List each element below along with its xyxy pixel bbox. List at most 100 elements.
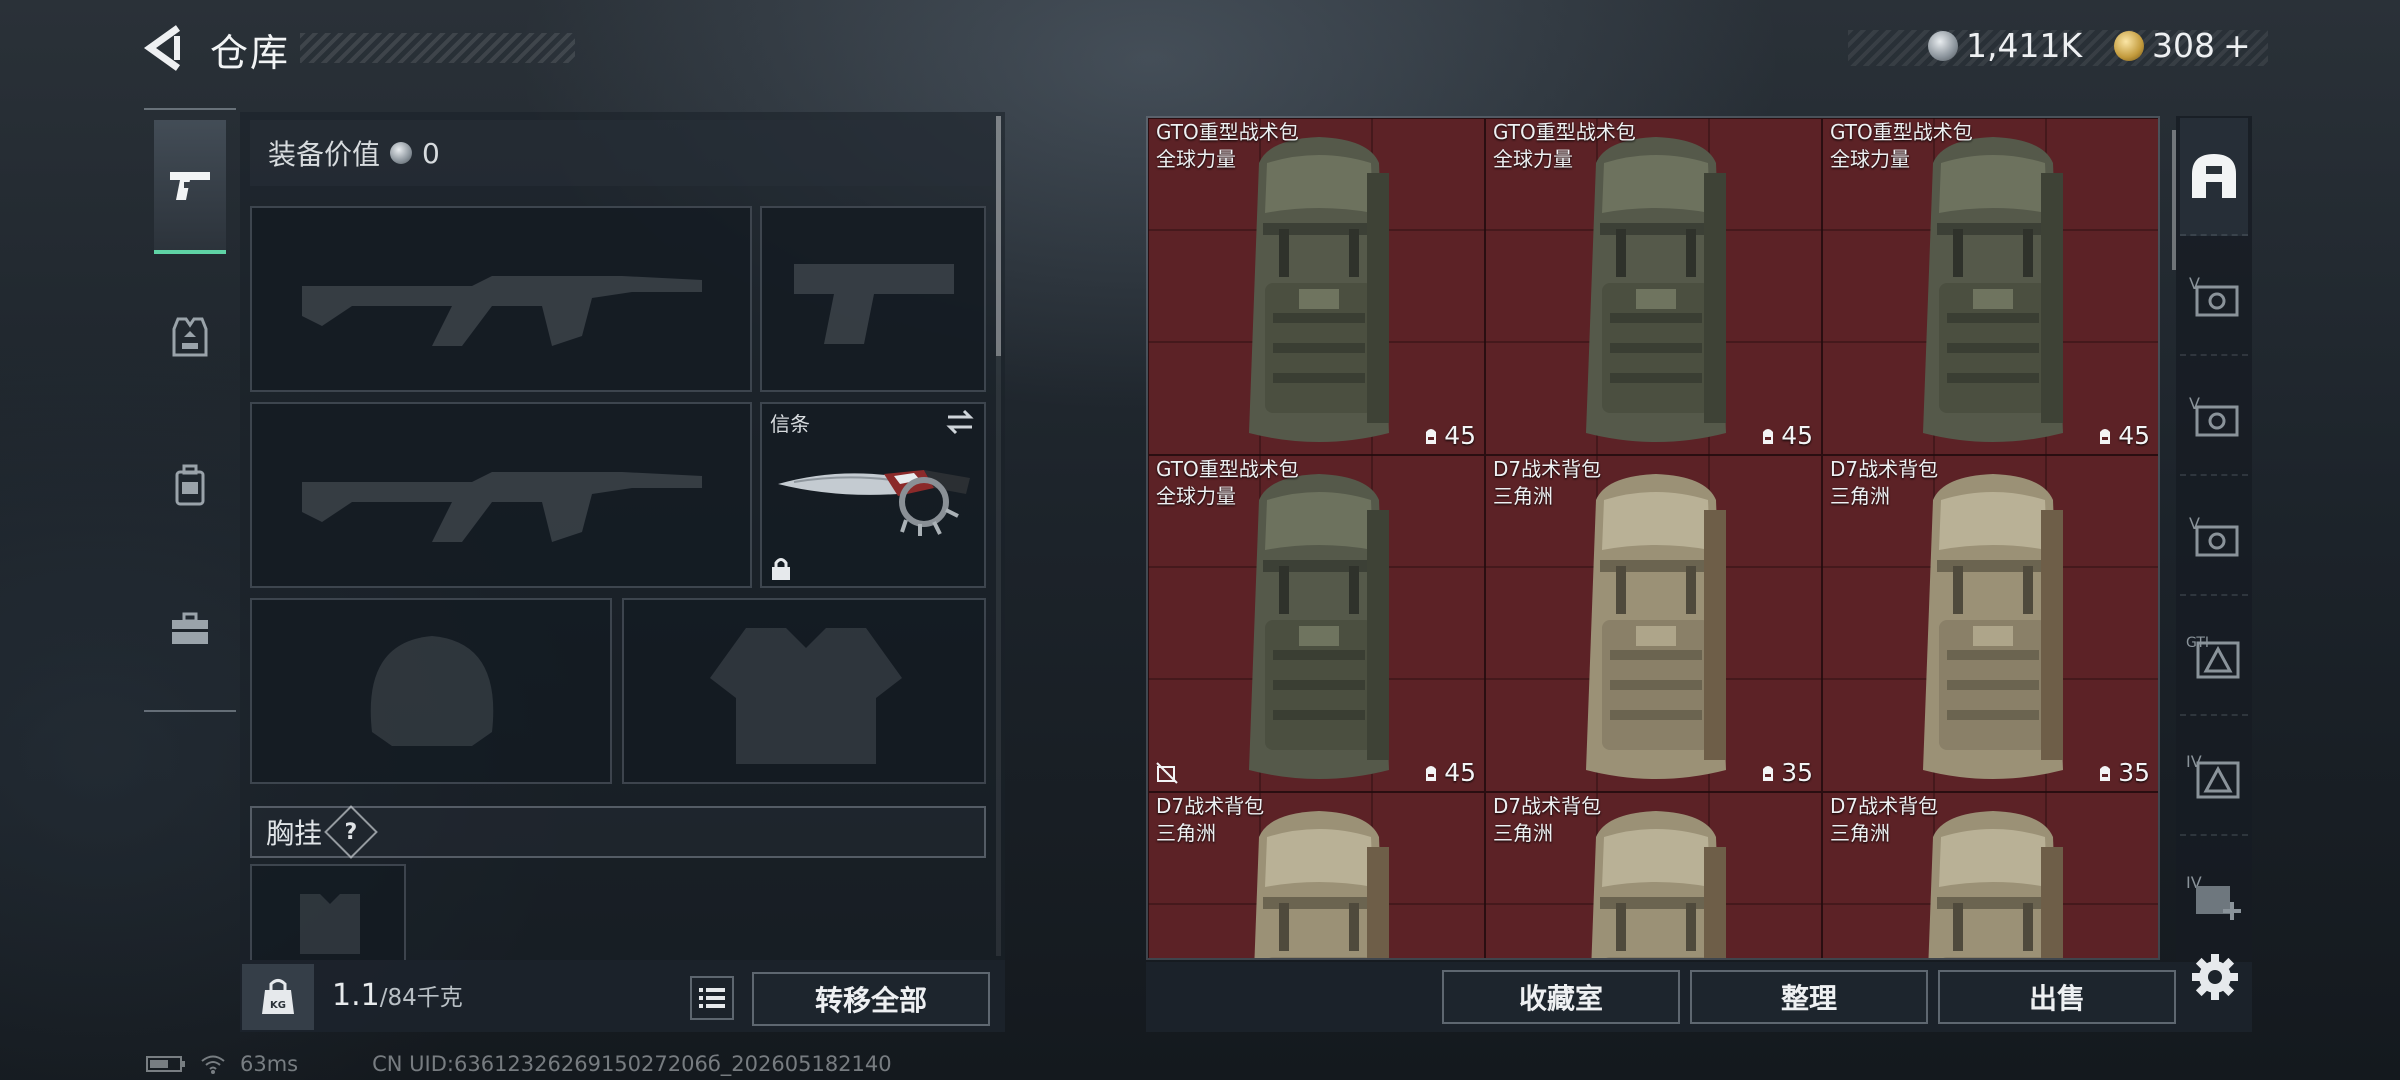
level-v-safe-icon-2: V <box>2189 394 2239 437</box>
swap-icon[interactable] <box>944 408 976 436</box>
backpack-image-icon <box>1923 137 2063 442</box>
add-gold-icon[interactable]: + <box>2223 26 2251 65</box>
back-button[interactable] <box>140 22 192 74</box>
page-title: 仓库 <box>210 31 291 75</box>
item-subtitle: 全球力量 <box>1493 147 1573 171</box>
inventory-item[interactable]: D7战术背包 三角洲 <box>1148 792 1485 958</box>
gold-amount: 308 <box>2152 26 2215 65</box>
secondary-weapon-slot[interactable] <box>250 402 752 588</box>
equipment-value: 装备价值 0 <box>250 120 992 186</box>
settings-button[interactable] <box>2190 952 2240 1002</box>
sort-button[interactable]: 整理 <box>1690 970 1928 1024</box>
sidearm-slot[interactable] <box>760 206 986 392</box>
item-capacity: 45 <box>2096 421 2150 450</box>
tab-backpack[interactable] <box>154 418 226 552</box>
chest-rig-silhouette-icon <box>300 894 360 954</box>
item-capacity: 35 <box>1759 758 1813 787</box>
item-subtitle: 三角洲 <box>1493 484 1553 508</box>
item-name: D7战术背包 <box>1156 794 1265 818</box>
status-bar: 63ms CN UID:6361232626915027206б_2026051… <box>146 1052 892 1076</box>
tab-storage-v-2[interactable]: V <box>2180 358 2248 476</box>
gold-coin-icon <box>2114 30 2144 61</box>
silver-amount: 1,411K <box>1966 26 2083 65</box>
list-view-button[interactable] <box>690 976 734 1020</box>
chevron-left-icon <box>143 25 181 71</box>
melee-slot[interactable]: 信条 <box>760 402 986 588</box>
armor-slot[interactable] <box>622 598 986 784</box>
backpack-image-icon <box>1249 811 1389 958</box>
tab-gear[interactable] <box>154 270 226 404</box>
item-name: D7战术背包 <box>1493 794 1602 818</box>
tab-case[interactable] <box>154 562 226 696</box>
weight-readout: 1.1/84千克 <box>332 978 463 1013</box>
equipment-tab-rail <box>144 108 236 712</box>
item-subtitle: 三角洲 <box>1830 484 1890 508</box>
silver-currency: 1,411K <box>1928 26 2082 65</box>
silver-coin-icon <box>1928 30 1958 61</box>
inventory-item[interactable]: D7战术背包 三角洲 35 <box>1822 455 2158 792</box>
equipment-scrollbar-thumb[interactable] <box>996 116 1001 356</box>
gold-currency[interactable]: 308 + <box>2114 26 2251 65</box>
tab-storage-v-3[interactable]: V <box>2180 478 2248 596</box>
item-name: D7战术背包 <box>1830 794 1939 818</box>
inventory-item[interactable]: D7战术背包 三角洲 35 <box>1485 455 1822 792</box>
tab-storage-main[interactable] <box>2180 118 2248 236</box>
item-subtitle: 全球力量 <box>1156 484 1236 508</box>
equipment-value-amount: 0 <box>422 136 440 170</box>
collection-room-button[interactable]: 收藏室 <box>1442 970 1680 1024</box>
item-capacity: 35 <box>2096 758 2150 787</box>
inventory-item[interactable]: D7战术背包 三角洲 <box>1822 792 2158 958</box>
item-subtitle: 全球力量 <box>1830 147 1910 171</box>
item-subtitle: 三角洲 <box>1830 821 1890 845</box>
gear-icon <box>2192 954 2238 1000</box>
gti-warning-icon: GTI <box>2186 635 2240 679</box>
vest-icon <box>172 317 208 357</box>
weight-icon-label: KG <box>270 1000 286 1011</box>
inventory-item[interactable]: D7战术背包 三角洲 <box>1485 792 1822 958</box>
item-subtitle: 三角洲 <box>1156 821 1216 845</box>
item-capacity-value: 45 <box>2118 421 2150 450</box>
help-icon[interactable]: ? <box>324 805 378 859</box>
item-name: GTO重型战术包 <box>1156 120 1299 144</box>
wifi-icon <box>201 1055 225 1074</box>
backpack-image-icon <box>1923 811 2063 958</box>
backpack-icon <box>175 464 205 506</box>
ping-readout: 63ms <box>240 1052 299 1076</box>
knife-icon <box>778 470 970 536</box>
item-name: D7战术背包 <box>1493 457 1602 481</box>
item-capacity: 45 <box>1759 421 1813 450</box>
item-capacity: 45 <box>1422 758 1476 787</box>
level-iv-add-icon: IV <box>2186 873 2241 920</box>
backpack-image-icon <box>1249 137 1389 442</box>
equipment-value-label: 装备价值 <box>268 138 381 171</box>
inventory-item[interactable]: GTO重型战术包 全球力量 45 <box>1148 118 1485 455</box>
tab-storage-gti[interactable]: GTI <box>2180 598 2248 716</box>
chest-rig-slot[interactable] <box>250 864 406 960</box>
list-icon <box>699 988 725 1008</box>
storage-tab-scrollbar[interactable] <box>2172 130 2176 270</box>
tab-storage-v-1[interactable]: V <box>2180 238 2248 356</box>
tab-storage-iv[interactable]: IV <box>2180 718 2248 836</box>
user-uid: CN UID:6361232626915027206б_202605182140 <box>372 1052 892 1076</box>
backpack-image-icon <box>1249 474 1389 779</box>
capacity-icon <box>1763 428 1774 444</box>
backpack-image-icon <box>1586 137 1726 442</box>
helmet-slot[interactable] <box>250 598 612 784</box>
item-capacity-value: 45 <box>1444 421 1476 450</box>
inventory-item[interactable]: GTO重型战术包 全球力量 45 <box>1148 455 1485 792</box>
item-capacity-value: 35 <box>2118 758 2150 787</box>
tab-weapons[interactable] <box>154 120 226 254</box>
silver-coin-icon <box>390 142 413 164</box>
inventory-item[interactable]: GTO重型战术包 全球力量 45 <box>1822 118 2158 455</box>
item-capacity-value: 45 <box>1781 421 1813 450</box>
sell-button[interactable]: 出售 <box>1938 970 2176 1024</box>
armor-silhouette-icon <box>710 628 902 764</box>
item-name: D7战术背包 <box>1830 457 1939 481</box>
item-subtitle: 三角洲 <box>1493 821 1553 845</box>
capacity-icon <box>2100 428 2111 444</box>
tab-storage-iv-add[interactable]: IV <box>2180 838 2248 956</box>
weight-max: /84千克 <box>379 985 463 1011</box>
primary-weapon-slot[interactable] <box>250 206 752 392</box>
inventory-item[interactable]: GTO重型战术包 全球力量 45 <box>1485 118 1822 455</box>
transfer-all-button[interactable]: 转移全部 <box>752 972 990 1026</box>
